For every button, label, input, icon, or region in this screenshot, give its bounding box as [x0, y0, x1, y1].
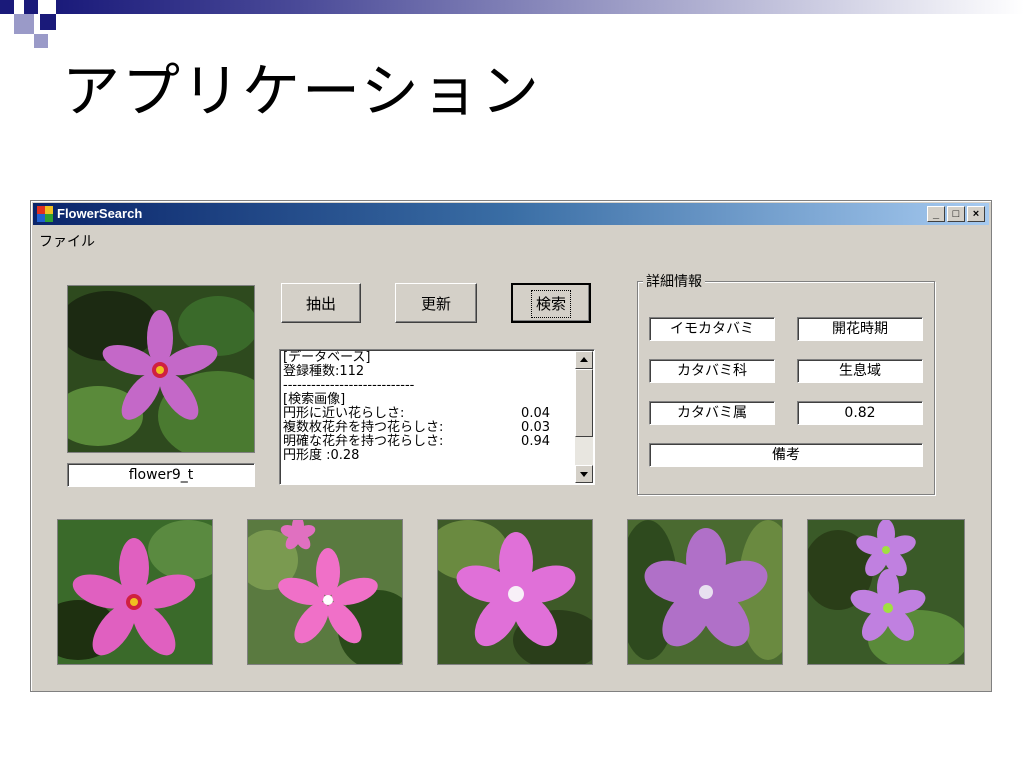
slide-title: アプリケーション — [62, 57, 541, 125]
flower-photo-icon — [248, 520, 402, 664]
maximize-button[interactable]: □ — [947, 206, 965, 222]
log-row: 円形に近い花らしさ: 0.04 — [283, 406, 550, 421]
filename-field[interactable]: flower9_t — [67, 463, 255, 487]
result-image-4[interactable] — [627, 519, 783, 665]
flower-photo-icon — [628, 520, 782, 664]
habitat-field[interactable]: 生息域 — [797, 359, 923, 383]
score-field[interactable]: 0.82 — [797, 401, 923, 425]
result-log[interactable]: [データベース] 登録種数:112 ----------------------… — [279, 349, 595, 485]
arrow-down-icon — [580, 472, 588, 477]
menu-file[interactable]: ファイル — [39, 234, 95, 250]
log-scrollbar[interactable] — [575, 351, 593, 483]
flower-photo-icon — [68, 286, 254, 452]
species-name-field[interactable]: イモカタバミ — [649, 317, 775, 341]
update-button[interactable]: 更新 — [395, 283, 477, 323]
result-image-3[interactable] — [437, 519, 593, 665]
window-title: FlowerSearch — [57, 206, 143, 221]
log-separator: ---------------------------- — [283, 378, 415, 393]
app-icon — [37, 206, 53, 222]
flowersearch-window: FlowerSearch _ □ × ファイル flower9_t 抽出 更新 … — [30, 200, 992, 692]
flower-photo-icon — [808, 520, 964, 664]
result-image-5[interactable] — [807, 519, 965, 665]
notes-field[interactable]: 備考 — [649, 443, 923, 467]
menu-bar: ファイル — [39, 231, 95, 251]
result-image-2[interactable] — [247, 519, 403, 665]
close-button[interactable]: × — [967, 206, 985, 222]
log-roundness: 円形度 :0.28 — [283, 448, 360, 463]
flower-photo-icon — [438, 520, 592, 664]
log-species-count: 登録種数:112 — [283, 364, 365, 379]
slide-header-bar — [56, 0, 1024, 14]
bloom-period-field[interactable]: 開花時期 — [797, 317, 923, 341]
log-search-header: [検索画像] — [283, 392, 346, 407]
flower-photo-icon — [58, 520, 212, 664]
log-db-header: [データベース] — [283, 350, 371, 365]
arrow-up-icon — [580, 357, 588, 362]
scroll-thumb[interactable] — [575, 369, 593, 437]
scroll-down-button[interactable] — [575, 465, 593, 483]
details-group-label: 詳細情報 — [643, 271, 705, 291]
genus-field[interactable]: カタバミ属 — [649, 401, 775, 425]
result-image-1[interactable] — [57, 519, 213, 665]
log-row: 明確な花弁を持つ花らしさ: 0.94 — [283, 434, 550, 449]
scroll-up-button[interactable] — [575, 351, 593, 369]
window-titlebar[interactable]: FlowerSearch _ □ × — [33, 203, 989, 225]
search-button[interactable]: 検索 — [511, 283, 591, 323]
query-flower-image — [67, 285, 255, 453]
minimize-button[interactable]: _ — [927, 206, 945, 222]
log-row: 複数枚花弁を持つ花らしさ: 0.03 — [283, 420, 550, 435]
family-field[interactable]: カタバミ科 — [649, 359, 775, 383]
extract-button[interactable]: 抽出 — [281, 283, 361, 323]
